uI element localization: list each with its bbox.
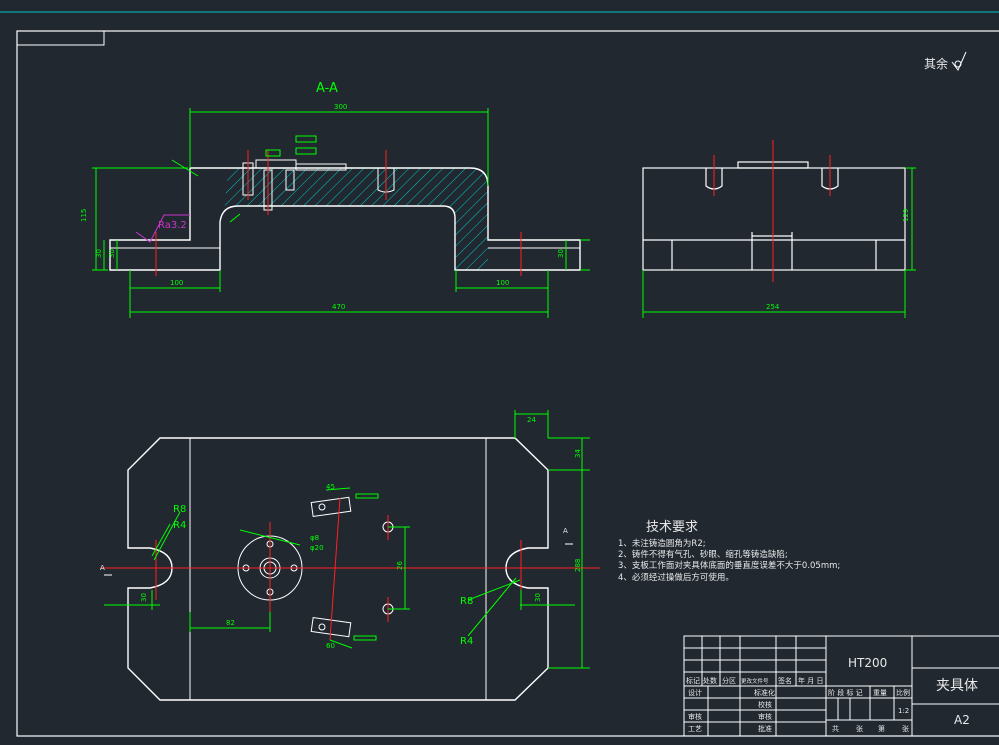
section-arrows: [104, 543, 573, 576]
dim-small-60: 60: [326, 642, 335, 650]
title-sheet-unit2: 张: [902, 724, 909, 733]
dim-overall-length: 470: [332, 303, 345, 311]
dim-top-width: 300: [334, 103, 347, 111]
dim-small-a: φ8: [310, 534, 319, 542]
title-material: HT200: [848, 656, 887, 670]
drawing-frame: [16, 30, 999, 737]
roughness-symbol-icon: [951, 51, 967, 71]
tech-line-3: 3、支板工作面对夹具体底面的垂直度误差不大于0.05mm;: [618, 560, 840, 571]
section-dimension-lines: [92, 108, 590, 318]
section-mark-right: A: [563, 527, 568, 535]
title-weight: 重量: [873, 689, 887, 697]
dim-plan-r4: R4: [460, 636, 473, 647]
side-view-centerlines: [713, 140, 831, 282]
dim-plan-r3: R8: [460, 596, 473, 607]
dim-plan-center-off: 82: [226, 619, 235, 627]
code-box: [16, 30, 105, 46]
title-sheet-total: 共: [832, 724, 839, 733]
title-design: 设计: [688, 688, 702, 697]
title-review-mid: 审核: [758, 712, 772, 721]
dim-side-width: 254: [766, 303, 780, 311]
title-scale: 1:2: [898, 707, 909, 715]
dim-left-foot: 100: [170, 279, 183, 287]
title-row1-c1: 标记: [686, 676, 700, 685]
dim-right-foot-h: 30: [557, 249, 565, 258]
dim-plan-holes: 26: [396, 561, 404, 570]
cad-drawing: 其余 A-A 300 470 100 100 115 30 30 30 Ra3.…: [0, 11, 999, 737]
title-part-name: 夹具体: [936, 678, 978, 694]
section-label: A-A: [316, 81, 338, 96]
tech-line-4: 4、必须经过操做后方可使用。: [618, 572, 734, 583]
dim-plan-side-a: 34: [574, 449, 582, 458]
title-row1-c4: 更改文件号: [741, 677, 769, 685]
title-row1-c6: 年 月 日: [798, 676, 823, 685]
title-standardization: 标准化: [754, 688, 775, 697]
dim-plan-right-slot: 30: [534, 593, 542, 602]
title-scale-label: 比例: [896, 688, 910, 697]
dim-plan-left-slot: 30: [140, 593, 148, 602]
side-view-dimensions: [642, 167, 916, 318]
title-audit: 审核: [688, 712, 702, 721]
title-sheet-unit1: 张: [856, 724, 863, 733]
title-sheet-size: A2: [954, 713, 970, 727]
dim-side-height: 129: [902, 209, 910, 222]
tech-title: 技术要求: [646, 520, 698, 535]
title-check: 校核: [758, 700, 772, 709]
title-sheet-no: 第: [878, 724, 885, 733]
tech-line-2: 2、铸件不得有气孔、砂眼、缩孔等铸造缺陷;: [618, 549, 788, 560]
dim-right-foot: 100: [496, 279, 509, 287]
title-process: 工艺: [688, 725, 702, 733]
tech-line-1: 1、未注铸造圆角为R2;: [618, 538, 706, 549]
title-stage-mark: 阶 段 标 记: [828, 688, 863, 697]
title-row1-c3: 分区: [722, 676, 736, 685]
dim-small-b: φ20: [310, 544, 324, 552]
side-view: [642, 161, 906, 271]
dim-plan-r1: R8: [173, 504, 186, 515]
title-row1-c2: 处数: [703, 676, 717, 685]
title-approve: 批准: [758, 724, 772, 733]
dim-left-foot-h1: 30: [95, 249, 103, 258]
plan-inner-lines: [189, 438, 487, 700]
dim-small-45: 45: [326, 483, 335, 491]
title-row1-c5: 签名: [778, 676, 792, 685]
section-mark-left: A: [100, 564, 105, 572]
dim-height-total: 115: [80, 209, 88, 222]
dim-plan-top-w: 24: [527, 416, 536, 424]
dim-plan-height: 288: [574, 559, 582, 572]
surface-note: 其余: [924, 56, 948, 71]
roughness-note: Ra3.2: [158, 220, 187, 231]
plan-outline: [127, 437, 549, 701]
dim-left-foot-h2: 30: [108, 249, 116, 258]
plan-dimensions: [104, 410, 590, 669]
dim-plan-r2: R4: [173, 520, 186, 531]
